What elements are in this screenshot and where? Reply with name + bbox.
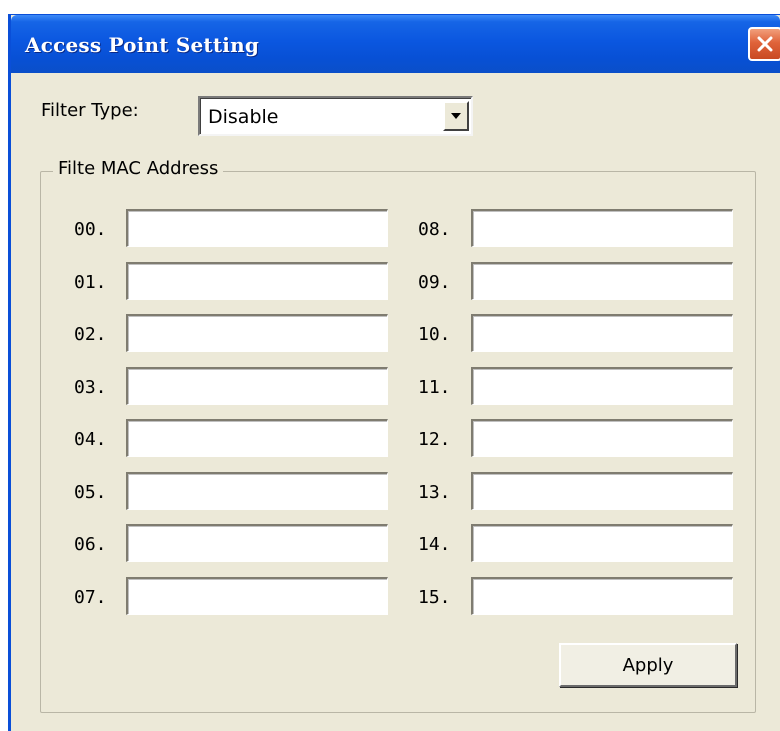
- mac-entry-label: 04.: [74, 429, 107, 450]
- mac-address-input[interactable]: [126, 419, 388, 457]
- mac-address-input[interactable]: [126, 576, 388, 615]
- close-icon: [757, 36, 773, 52]
- mac-address-input[interactable]: [471, 524, 733, 562]
- mac-entry-label: 14.: [418, 534, 451, 555]
- mac-entry-label: 08.: [418, 219, 451, 240]
- mac-address-input[interactable]: [126, 314, 388, 352]
- mac-entry-label: 06.: [74, 534, 107, 555]
- filter-type-select[interactable]: Disable: [198, 96, 473, 136]
- mac-entry-label: 10.: [418, 324, 451, 345]
- access-point-setting-dialog: Access Point Setting Filter Type: Disabl…: [8, 14, 780, 731]
- mac-entry-label: 00.: [74, 219, 107, 240]
- mac-entry-label: 05.: [74, 481, 107, 503]
- mac-entry-label: 13.: [418, 481, 451, 503]
- mac-entry-label: 15.: [418, 586, 451, 608]
- window-title: Access Point Setting: [25, 33, 260, 57]
- mac-address-input[interactable]: [471, 471, 733, 510]
- apply-button[interactable]: Apply: [559, 643, 737, 687]
- mac-address-group-legend: Filte MAC Address: [53, 158, 224, 179]
- mac-address-input[interactable]: [471, 366, 733, 405]
- mac-entry-label: 02.: [74, 324, 107, 345]
- mac-entry-label: 12.: [418, 429, 451, 450]
- mac-address-input[interactable]: [126, 209, 388, 247]
- chevron-down-icon: [451, 113, 461, 119]
- mac-address-input[interactable]: [471, 419, 733, 457]
- mac-address-input[interactable]: [126, 366, 388, 405]
- mac-address-input[interactable]: [126, 524, 388, 562]
- mac-address-input[interactable]: [471, 261, 733, 300]
- filter-type-label: Filter Type:: [41, 100, 139, 121]
- mac-entry-label: 03.: [74, 376, 107, 398]
- title-bar[interactable]: Access Point Setting: [11, 15, 780, 73]
- filter-type-dropdown-button[interactable]: [443, 101, 469, 131]
- filter-type-value: Disable: [208, 106, 279, 128]
- close-button[interactable]: [748, 27, 780, 61]
- mac-address-input[interactable]: [126, 261, 388, 300]
- mac-address-input[interactable]: [471, 576, 733, 615]
- mac-address-input[interactable]: [471, 314, 733, 352]
- mac-address-input[interactable]: [126, 471, 388, 510]
- mac-address-input[interactable]: [471, 209, 733, 247]
- mac-entry-label: 11.: [418, 376, 451, 398]
- mac-entry-label: 07.: [74, 586, 107, 608]
- mac-entry-label: 09.: [418, 271, 451, 293]
- mac-entry-label: 01.: [74, 271, 107, 293]
